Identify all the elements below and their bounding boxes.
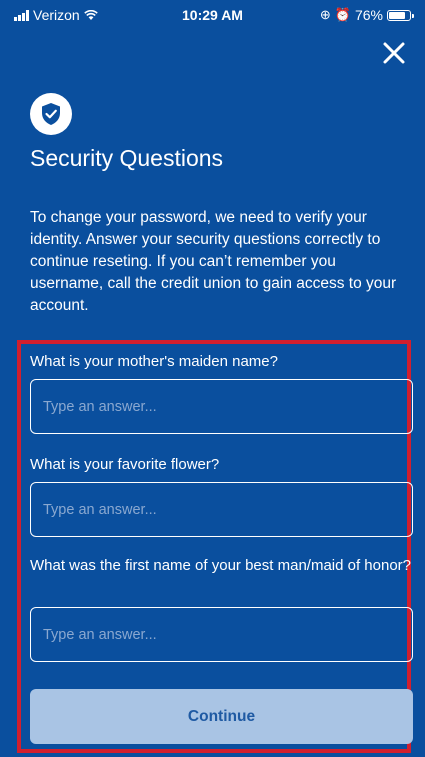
question-label-3: What was the first name of your best man… — [30, 557, 412, 574]
question-label-2: What is your favorite flower? — [30, 456, 220, 473]
answer-input-3[interactable] — [30, 607, 413, 662]
battery-icon — [387, 9, 414, 21]
security-questions-screen: Verizon 10:29 AM ⊕ ⏰ 76% Security Questi… — [0, 0, 425, 757]
alarm-icon: ⏰ — [334, 7, 351, 22]
page-title: Security Questions — [30, 145, 224, 171]
intro-text: To change your password, we need to veri… — [30, 209, 397, 314]
status-right: ⊕ ⏰ 76% — [319, 7, 414, 23]
answer-input-1[interactable] — [30, 379, 413, 434]
continue-button[interactable]: Continue — [30, 689, 413, 744]
question-label-1: What is your mother's maiden name? — [30, 353, 278, 370]
answer-input-2[interactable] — [30, 482, 413, 537]
close-icon[interactable] — [381, 40, 407, 66]
shield-badge — [30, 93, 72, 135]
lock-rotation-icon: ⊕ — [319, 7, 331, 22]
status-bar: Verizon 10:29 AM ⊕ ⏰ 76% — [0, 0, 425, 30]
battery-percent: 76% — [354, 7, 383, 23]
shield-check-icon — [42, 103, 60, 125]
